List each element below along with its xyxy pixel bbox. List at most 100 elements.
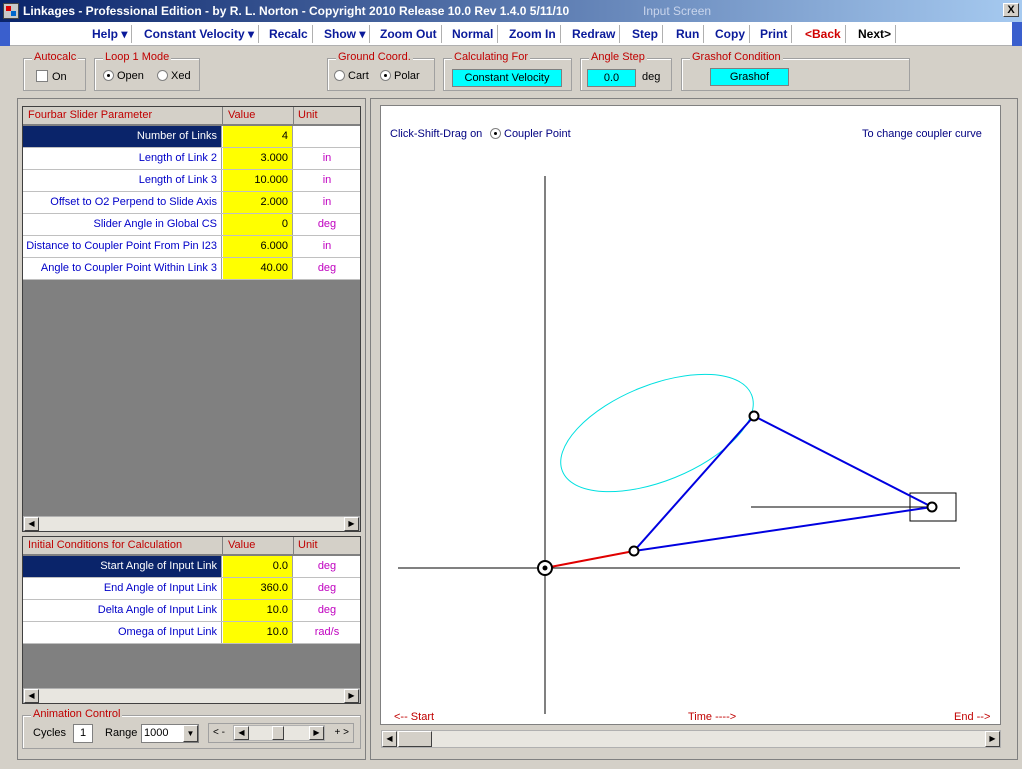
- speed-scrollbar[interactable]: ◀ ▶: [233, 725, 325, 741]
- row-value-input[interactable]: 10.0: [223, 622, 293, 643]
- row-name: Slider Angle in Global CS: [23, 214, 222, 235]
- scroll-right-icon[interactable]: ▶: [344, 517, 359, 531]
- scroll-left-icon[interactable]: ◀: [24, 517, 39, 531]
- menu-zoom-in[interactable]: Zoom In: [505, 25, 561, 43]
- scroll-left-icon[interactable]: ◀: [24, 689, 39, 703]
- table-row[interactable]: Length of Link 3 10.000 in: [23, 170, 360, 192]
- row-value-input[interactable]: 40.00: [223, 258, 293, 279]
- autocalc-group: Autocalc On: [23, 51, 86, 91]
- row-unit: in: [322, 240, 332, 252]
- range-label: Range: [105, 727, 138, 739]
- radio-icon: [157, 70, 168, 81]
- chevron-down-icon[interactable]: ▼: [183, 725, 198, 742]
- autocalc-checkbox[interactable]: On: [36, 70, 67, 83]
- row-value-input[interactable]: 0: [223, 214, 293, 235]
- calculating-for-group: Calculating For Constant Velocity: [443, 51, 572, 91]
- menu-back[interactable]: <Back: [801, 25, 846, 43]
- mechanism-canvas[interactable]: Click-Shift-Drag on Coupler Point To cha…: [380, 105, 1001, 725]
- ground-coord-group: Ground Coord. Cart Polar: [327, 51, 435, 91]
- title-bar: Linkages - Professional Edition - by R. …: [0, 0, 1022, 22]
- row-value-input[interactable]: 6.000: [223, 236, 293, 257]
- grashof-title: Grashof Condition: [690, 51, 783, 63]
- table-row[interactable]: Slider Angle in Global CS 0 deg: [23, 214, 360, 236]
- menu-zoom-out[interactable]: Zoom Out: [376, 25, 442, 43]
- table-row[interactable]: End Angle of Input Link 360.0 deg: [23, 578, 360, 600]
- menu-constant-velocity[interactable]: Constant Velocity ▾: [140, 25, 260, 43]
- table-row[interactable]: Offset to O2 Perpend to Slide Axis 2.000…: [23, 192, 360, 214]
- row-value-input[interactable]: 4: [223, 126, 293, 147]
- table-row[interactable]: Angle to Coupler Point Within Link 3 40.…: [23, 258, 360, 280]
- ground-cart-label: Cart: [348, 70, 369, 82]
- row-name: Number of Links: [23, 126, 222, 147]
- menu-help[interactable]: Help ▾: [88, 25, 133, 43]
- scroll-left-icon[interactable]: ◀: [234, 726, 249, 740]
- checkbox-icon: [36, 70, 48, 82]
- scroll-right-icon[interactable]: ▶: [985, 731, 1000, 747]
- init-header-value: Value: [228, 539, 256, 551]
- table-row[interactable]: Start Angle of Input Link 0.0 deg: [23, 556, 360, 578]
- close-button[interactable]: X: [1003, 3, 1019, 17]
- table-row[interactable]: Length of Link 2 3.000 in: [23, 148, 360, 170]
- scroll-right-icon[interactable]: ▶: [344, 689, 359, 703]
- time-scrollbar[interactable]: ◀ ▶: [381, 730, 1001, 748]
- row-unit: deg: [317, 604, 337, 616]
- table-row[interactable]: Omega of Input Link 10.0 rad/s: [23, 622, 360, 644]
- table-row[interactable]: Delta Angle of Input Link 10.0 deg: [23, 600, 360, 622]
- window-title: Linkages - Professional Edition - by R. …: [23, 4, 570, 18]
- row-name: Offset to O2 Perpend to Slide Axis: [23, 192, 222, 213]
- ground-polar-radio[interactable]: Polar: [380, 70, 420, 82]
- row-value-input[interactable]: 360.0: [223, 578, 293, 599]
- speed-thumb[interactable]: [272, 726, 284, 740]
- init-header-name: Initial Conditions for Calculation: [28, 539, 183, 551]
- loop-mode-group: Loop 1 Mode Open Xed: [94, 51, 200, 91]
- speed-decrease-label: < -: [213, 727, 225, 738]
- calculating-for-title: Calculating For: [452, 51, 530, 63]
- row-value-input[interactable]: 10.0: [223, 600, 293, 621]
- initial-conditions-scrollbar[interactable]: ◀ ▶: [23, 688, 360, 703]
- row-name: Omega of Input Link: [23, 622, 222, 643]
- app-icon[interactable]: [3, 3, 19, 19]
- parameters-table-scrollbar[interactable]: ◀ ▶: [23, 516, 360, 531]
- row-name: Start Angle of Input Link: [23, 556, 222, 577]
- coupler-point[interactable]: [748, 410, 760, 422]
- ground-cart-radio[interactable]: Cart: [334, 70, 369, 82]
- menu-print[interactable]: Print: [756, 25, 793, 43]
- speed-slider[interactable]: < - + > ◀ ▶: [208, 723, 354, 743]
- loop-open-radio[interactable]: Open: [103, 70, 144, 82]
- row-name: End Angle of Input Link: [23, 578, 222, 599]
- cycles-input[interactable]: 1: [73, 724, 93, 743]
- menu-show[interactable]: Show ▾: [320, 25, 371, 43]
- header-separator: [293, 537, 294, 555]
- scroll-left-icon[interactable]: ◀: [382, 731, 397, 747]
- row-unit: in: [322, 152, 332, 164]
- parameters-header-name: Fourbar Slider Parameter: [28, 109, 153, 121]
- menu-redraw[interactable]: Redraw: [568, 25, 621, 43]
- row-value-input[interactable]: 2.000: [223, 192, 293, 213]
- row-value-input[interactable]: 3.000: [223, 148, 293, 169]
- scroll-right-icon[interactable]: ▶: [309, 726, 324, 740]
- menu-run[interactable]: Run: [672, 25, 705, 43]
- row-value-input[interactable]: 10.000: [223, 170, 293, 191]
- time-label: Time ---->: [688, 711, 737, 723]
- row-name: Delta Angle of Input Link: [23, 600, 222, 621]
- time-end-label: End -->: [954, 711, 991, 723]
- table-row[interactable]: Distance to Coupler Point From Pin I23 6…: [23, 236, 360, 258]
- menu-copy[interactable]: Copy: [711, 25, 750, 43]
- row-value-input[interactable]: 0.0: [223, 556, 293, 577]
- menu-step[interactable]: Step: [628, 25, 664, 43]
- menu-normal[interactable]: Normal: [448, 25, 499, 43]
- table-row[interactable]: Number of Links 4: [23, 126, 360, 148]
- initial-conditions-header: Initial Conditions for Calculation Value…: [23, 537, 360, 555]
- ground-pivot-center: [542, 565, 548, 571]
- parameters-header-value: Value: [228, 109, 256, 121]
- range-select[interactable]: 1000 ▼: [141, 724, 199, 743]
- menu-recalc[interactable]: Recalc: [265, 25, 313, 43]
- time-thumb[interactable]: [398, 731, 432, 747]
- row-unit: [294, 126, 360, 147]
- link-2: [544, 550, 635, 569]
- menu-next[interactable]: Next>: [854, 25, 897, 43]
- header-separator: [222, 107, 223, 125]
- loop-xed-radio[interactable]: Xed: [157, 70, 191, 82]
- row-name: Distance to Coupler Point From Pin I23: [23, 236, 222, 257]
- row-unit: deg: [317, 582, 337, 594]
